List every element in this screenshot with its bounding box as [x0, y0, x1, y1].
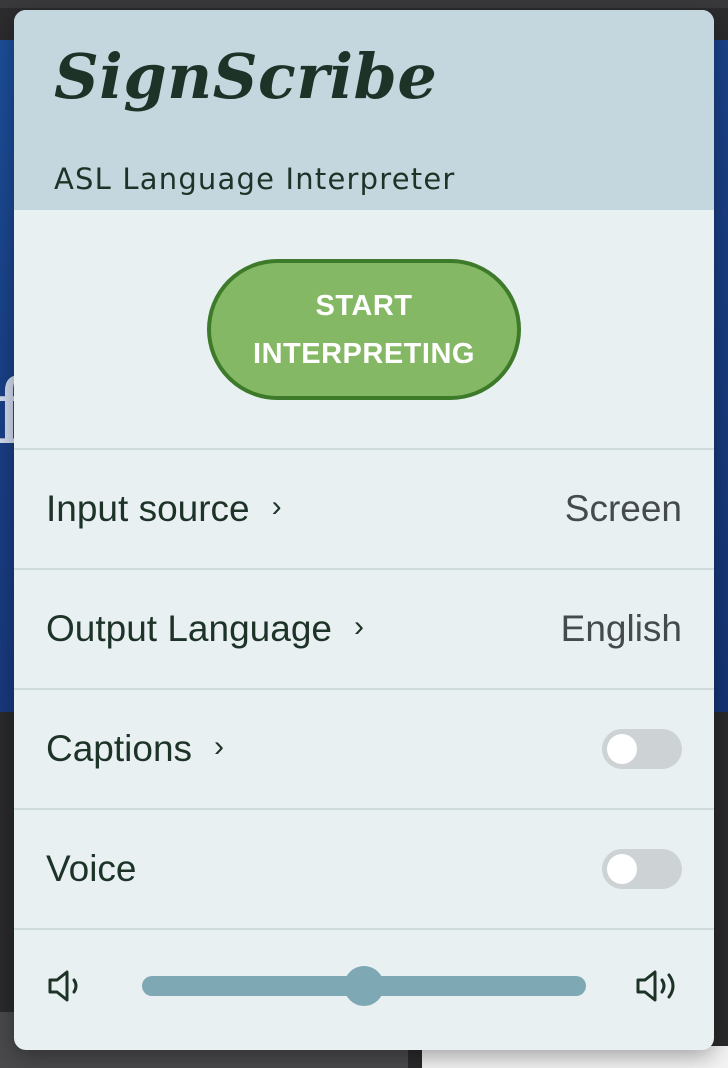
captions-toggle[interactable]	[602, 729, 682, 769]
chevron-right-icon: ›	[271, 490, 282, 523]
browser-top-strip	[0, 0, 728, 8]
voice-toggle[interactable]	[602, 849, 682, 889]
popup-header: SignScribe ASL Language Interpreter	[14, 10, 714, 210]
start-section: START INTERPRETING	[14, 210, 714, 450]
output-language-label: Output Language	[46, 608, 332, 649]
captions-toggle-knob	[607, 734, 637, 764]
input-source-value: Screen	[564, 488, 682, 529]
output-language-value: English	[560, 608, 682, 649]
voice-toggle-knob	[607, 854, 637, 884]
captions-label: Captions	[46, 728, 193, 769]
start-interpreting-label: START INTERPRETING	[253, 289, 475, 370]
captions-row[interactable]: Captions ›	[14, 690, 714, 810]
voice-row[interactable]: Voice	[14, 810, 714, 930]
extension-popup: SignScribe ASL Language Interpreter STAR…	[14, 10, 714, 1050]
start-interpreting-button[interactable]: START INTERPRETING	[207, 259, 521, 400]
volume-row	[14, 930, 714, 1042]
app-tagline: ASL Language Interpreter	[54, 162, 456, 196]
voice-label: Voice	[46, 848, 137, 889]
volume-slider-thumb[interactable]	[344, 966, 384, 1006]
speaker-high-icon[interactable]	[634, 968, 684, 1009]
input-source-label: Input source	[46, 488, 250, 529]
input-source-row[interactable]: Input source › Screen	[14, 450, 714, 570]
speaker-low-icon[interactable]	[46, 968, 86, 1009]
chevron-right-icon: ›	[353, 610, 364, 643]
output-language-row[interactable]: Output Language › English	[14, 570, 714, 690]
app-logo-text: SignScribe	[54, 40, 438, 113]
chevron-right-icon: ›	[214, 730, 225, 763]
